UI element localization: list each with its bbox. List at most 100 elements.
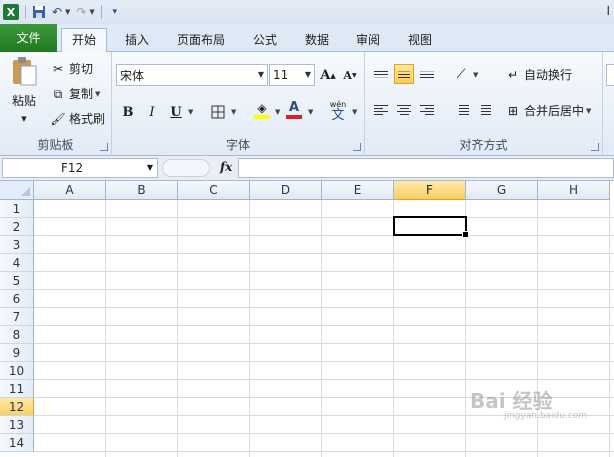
tab-formulas[interactable]: 公式 — [244, 29, 286, 52]
grid-hline — [34, 217, 614, 218]
row-header-11[interactable]: 11 — [0, 380, 34, 398]
borders-icon[interactable] — [208, 102, 228, 122]
column-header-e[interactable]: E — [322, 181, 394, 200]
tab-review[interactable]: 审阅 — [347, 29, 389, 52]
row-header-5[interactable]: 5 — [0, 272, 34, 290]
watermark-sub: jingyan.baidu.com — [504, 411, 588, 421]
spreadsheet-grid[interactable]: ABCDEFGH 1 2 3 4 5 6 7 8 9 10 11 12 13 14 Bai 经验 jing… — [0, 181, 614, 457]
decrease-indent-icon[interactable] — [449, 100, 469, 120]
paste-button[interactable]: 粘贴 ▼ — [6, 56, 42, 134]
redo-dropdown-icon[interactable]: ▼ — [89, 8, 94, 16]
align-middle-icon[interactable] — [394, 64, 414, 84]
name-box[interactable]: F12 ▼ — [2, 158, 158, 178]
column-header-b[interactable]: B — [106, 181, 178, 200]
row-header-2[interactable]: 2 — [0, 218, 34, 236]
customize-toolbar-icon[interactable]: ▾ — [108, 3, 122, 21]
grid-vline — [393, 200, 394, 457]
align-left-icon[interactable] — [371, 100, 391, 120]
font-size-select[interactable]: 11 ▼ — [269, 64, 315, 86]
tab-data[interactable]: 数据 — [296, 29, 338, 52]
cut-label: 剪切 — [69, 62, 94, 76]
grid-hline — [34, 325, 614, 326]
clipboard-launcher-icon[interactable] — [100, 143, 108, 151]
column-header-c[interactable]: C — [178, 181, 250, 200]
row-header-8[interactable]: 8 — [0, 326, 34, 344]
italic-button[interactable]: I — [142, 102, 162, 122]
alignment-launcher-icon[interactable] — [591, 143, 599, 151]
tab-page-layout[interactable]: 页面布局 — [170, 29, 232, 52]
select-all-corner[interactable] — [0, 181, 34, 200]
align-center-icon[interactable] — [394, 100, 414, 120]
row-header-12[interactable]: 12 — [0, 398, 34, 416]
underline-button[interactable]: U — [166, 102, 186, 122]
row-header-3[interactable]: 3 — [0, 236, 34, 254]
borders-dropdown-icon[interactable]: ▼ — [231, 108, 236, 116]
fill-color-dropdown-icon[interactable]: ▼ — [275, 108, 280, 116]
row-header-14[interactable]: 14 — [0, 434, 34, 452]
font-launcher-icon[interactable] — [353, 143, 361, 151]
grid-hline — [34, 451, 614, 452]
watermark-text: Bai 经验 — [470, 389, 553, 413]
undo-dropdown-icon[interactable]: ▼ — [65, 8, 70, 16]
orientation-icon[interactable]: ⟋ — [451, 64, 471, 84]
chevron-down-icon: ▼ — [257, 70, 264, 79]
column-header-a[interactable]: A — [34, 181, 106, 200]
copy-button[interactable]: ⧉ 复制 ▼ — [50, 85, 101, 102]
copy-label: 复制 — [69, 87, 94, 101]
row-header-6[interactable]: 6 — [0, 290, 34, 308]
formula-bar-controls — [162, 159, 210, 177]
format-painter-button[interactable]: 🖌 格式刷 — [50, 110, 105, 127]
formula-bar: F12 ▼ fx — [0, 156, 614, 181]
redo-icon[interactable]: ↷ — [74, 3, 88, 21]
excel-logo-icon: X — [3, 4, 19, 20]
tab-insert[interactable]: 插入 — [116, 29, 158, 52]
shrink-font-icon[interactable]: A ▼ — [340, 65, 360, 85]
format-painter-label: 格式刷 — [69, 112, 106, 126]
tab-view[interactable]: 视图 — [399, 29, 441, 52]
row-header-10[interactable]: 10 — [0, 362, 34, 380]
row-header-1[interactable]: 1 — [0, 200, 34, 218]
active-cell[interactable] — [393, 216, 469, 238]
phonetic-glyph: 文 — [331, 107, 345, 123]
insert-function-icon[interactable]: fx — [220, 160, 232, 174]
merge-center-button[interactable]: ⊞ 合并后居中 ▼ — [505, 102, 591, 119]
column-header-f[interactable]: F — [394, 181, 466, 200]
tab-home[interactable]: 开始 — [61, 28, 107, 53]
fill-color-icon[interactable]: ◈ — [252, 100, 272, 120]
toolbar-divider — [25, 5, 26, 19]
align-top-icon[interactable] — [371, 64, 391, 84]
phonetic-guide-button[interactable]: wén 文 — [326, 98, 350, 124]
grid-hline — [34, 307, 614, 308]
formula-input[interactable] — [238, 158, 614, 178]
paste-dropdown-icon: ▼ — [21, 115, 27, 123]
wrap-text-button[interactable]: ↵ 自动换行 — [505, 66, 572, 83]
column-header-h[interactable]: H — [538, 181, 610, 200]
align-right-icon[interactable] — [417, 100, 437, 120]
row-header-4[interactable]: 4 — [0, 254, 34, 272]
phonetic-dropdown-icon[interactable]: ▼ — [352, 108, 357, 116]
column-header-d[interactable]: D — [250, 181, 322, 200]
align-bottom-icon[interactable] — [417, 64, 437, 84]
increase-indent-icon[interactable] — [471, 100, 491, 120]
undo-icon[interactable]: ↶ — [50, 3, 64, 21]
save-icon[interactable] — [32, 3, 46, 21]
tab-file[interactable]: 文件 — [0, 24, 57, 52]
orientation-dropdown-icon[interactable]: ▼ — [473, 71, 478, 79]
font-name-select[interactable]: 宋体 ▼ — [116, 64, 268, 86]
brush-icon: 🖌 — [50, 111, 66, 126]
grid-hline — [34, 253, 614, 254]
row-header-9[interactable]: 9 — [0, 344, 34, 362]
ribbon-tabs: 文件 开始 插入 页面布局 公式 数据 审阅 视图 — [0, 24, 614, 53]
font-color-button[interactable]: A — [284, 100, 304, 120]
bold-button[interactable]: B — [118, 102, 138, 122]
row-header-7[interactable]: 7 — [0, 308, 34, 326]
grid-vline — [249, 200, 250, 457]
underline-dropdown-icon[interactable]: ▼ — [188, 108, 193, 116]
number-format-select-partial[interactable] — [606, 64, 614, 86]
row-header-13[interactable]: 13 — [0, 416, 34, 434]
grid-hline — [34, 433, 614, 434]
grow-font-icon[interactable]: A ▲ — [318, 65, 338, 85]
font-color-dropdown-icon[interactable]: ▼ — [308, 108, 313, 116]
column-header-g[interactable]: G — [466, 181, 538, 200]
cut-button[interactable]: ✂ 剪切 — [50, 60, 93, 77]
